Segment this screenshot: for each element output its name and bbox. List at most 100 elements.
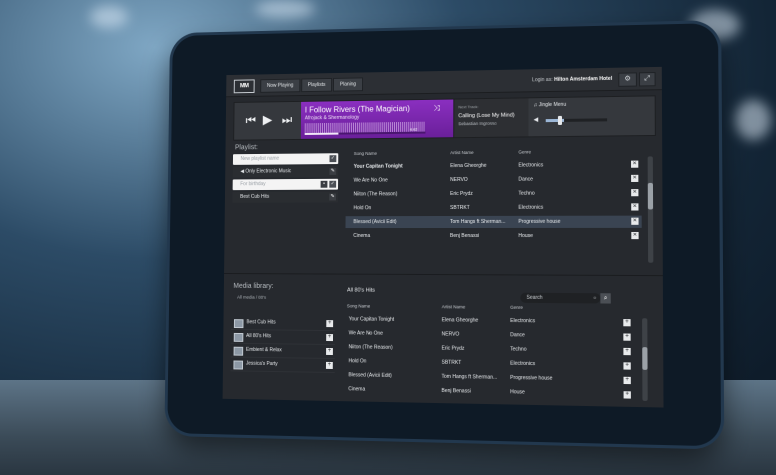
playlist-scrollbar[interactable] <box>647 156 654 263</box>
playlist-item[interactable]: ◀ Only Electronic Music ✎ <box>232 165 339 178</box>
tab-planing[interactable]: Planing <box>333 77 363 92</box>
fullscreen-icon[interactable]: ⤢ <box>638 72 656 87</box>
add-icon[interactable]: + <box>623 319 631 327</box>
delete-icon[interactable]: ▪ <box>320 180 328 188</box>
album-icon <box>233 332 244 342</box>
next-track: Next Track: Calling (Lose My Mind) Sebas… <box>453 98 529 138</box>
artist-name: Eric Prydz <box>441 345 465 352</box>
album-icon <box>233 346 244 356</box>
artist-name: NERVO <box>450 176 468 184</box>
remove-icon[interactable]: ✕ <box>631 231 639 240</box>
new-playlist-input[interactable]: New playlist name ✓ <box>232 153 339 165</box>
next-icon[interactable]: ⏭ <box>282 113 292 128</box>
tab-playlists[interactable]: Playlists <box>301 77 333 93</box>
search-icon[interactable]: ⌕ <box>600 293 611 304</box>
background-light <box>255 0 315 18</box>
library-item[interactable]: All 80's Hits + <box>230 329 336 346</box>
app-logo: MM <box>233 79 255 94</box>
settings-gear-icon[interactable]: ⚙ <box>618 72 637 87</box>
add-icon[interactable]: + <box>326 334 334 342</box>
add-icon[interactable]: + <box>623 333 631 341</box>
jingle-label: Jingle Menu <box>538 101 567 109</box>
remove-icon[interactable]: ✕ <box>631 217 639 225</box>
table-row[interactable]: Your Capitan Tonight Elena Gheorghe Electr… <box>339 313 636 328</box>
add-icon[interactable]: + <box>325 361 333 369</box>
track-time: 4:02 <box>409 126 418 132</box>
clear-search-icon[interactable]: ○ <box>593 293 596 303</box>
table-row[interactable]: We Are No One NERVO Dance ✕ <box>346 173 642 187</box>
remove-icon[interactable]: ✕ <box>631 189 639 197</box>
confirm-icon[interactable]: ✓ <box>329 155 337 163</box>
search-input[interactable]: Search ○ <box>520 292 601 304</box>
app-screen: MM Now Playing Playlists Planing Login a… <box>222 66 664 408</box>
add-icon[interactable]: + <box>623 347 631 356</box>
table-row[interactable]: We Are No One NERVO Dance + <box>339 327 636 343</box>
track-progress[interactable] <box>304 131 426 135</box>
artist-name: Eric Prydz <box>450 190 473 198</box>
genre: Electronics <box>518 162 544 169</box>
add-icon[interactable]: + <box>623 376 631 385</box>
library-item[interactable]: Best Cub Hits + <box>231 316 336 332</box>
playlist-label: Playlist: <box>234 144 258 152</box>
col-artist-name[interactable]: Artist Name <box>450 148 473 158</box>
library-list: Best Cub Hits + All 80's Hits + Embient & … <box>230 316 336 374</box>
library-current: All 80's Hits <box>346 287 376 294</box>
library-item[interactable]: Jessica's Party + <box>230 357 335 374</box>
remove-icon[interactable]: ✕ <box>631 160 639 168</box>
login-name: Hilton Amsterdam Hotel <box>554 75 613 83</box>
table-row[interactable]: Your Capitan Tonight Elena Gheorghe Electr… <box>346 159 642 173</box>
background-light <box>735 100 771 140</box>
artist-name: SBTRKT <box>441 359 462 366</box>
genre: Techno <box>510 346 527 353</box>
artist-name: Tom Hangs ft Sherman... <box>441 373 498 381</box>
table-row[interactable]: Cinema Benj Benassi House ✕ <box>345 230 641 242</box>
song-name: Hold On <box>348 358 367 365</box>
tab-now-playing[interactable]: Now Playing <box>260 78 301 93</box>
album-icon <box>233 360 244 370</box>
volume-icon: ◀ <box>533 117 539 124</box>
library-breadcrumb[interactable]: All media / 80's <box>237 295 266 300</box>
playlist-item-label: Only Electronic Music <box>245 168 292 175</box>
library-scrollbar[interactable] <box>642 318 648 401</box>
table-row[interactable]: Cinema Benj Benassi House + <box>338 383 636 401</box>
tablet-device: MM Now Playing Playlists Planing Login a… <box>167 23 722 447</box>
playlist-item-editing[interactable]: For birthday ▪ ✓ <box>232 178 339 191</box>
add-icon[interactable]: + <box>326 347 333 356</box>
remove-icon[interactable]: ✕ <box>631 203 639 211</box>
jingle-menu[interactable]: ♫ Jingle Menu <box>534 102 567 108</box>
song-name: Blessed (Avicii Edit) <box>348 372 392 379</box>
shuffle-icon[interactable]: ⤨ <box>433 104 439 114</box>
edit-icon[interactable]: ✎ <box>329 167 337 175</box>
scroll-thumb[interactable] <box>642 347 648 370</box>
col-song-name[interactable]: Song Name <box>347 301 370 311</box>
confirm-icon[interactable]: ✓ <box>329 180 337 188</box>
table-row[interactable]: Hold On SBTRKT Electronics ✕ <box>346 201 642 214</box>
add-icon[interactable]: + <box>623 391 631 399</box>
previous-icon[interactable]: ⏮ <box>246 113 256 128</box>
col-song-name[interactable]: Song Name <box>354 149 377 159</box>
remove-icon[interactable]: ✕ <box>631 174 639 182</box>
volume-slider[interactable] <box>545 118 608 123</box>
col-genre[interactable]: Genre <box>510 303 523 313</box>
library-label: Media library: <box>233 282 274 290</box>
scroll-thumb[interactable] <box>647 182 654 210</box>
genre: Electronics <box>510 360 536 368</box>
play-icon[interactable]: ▶ <box>263 112 273 128</box>
volume-handle[interactable] <box>557 115 563 125</box>
playlist-item[interactable]: Best Cub Hits ✎ <box>232 191 338 203</box>
next-label: Next Track: <box>458 104 479 110</box>
add-icon[interactable]: + <box>326 320 334 328</box>
now-playing-track: I Follow Rivers (The Magician) Afrojack … <box>300 99 454 139</box>
library-item-label: Best Cub Hits <box>246 319 276 326</box>
edit-icon[interactable]: ✎ <box>329 193 337 201</box>
song-name: Blessed (Avicii Edit) <box>353 219 397 226</box>
login-info: Login as: Hilton Amsterdam Hotel <box>532 76 612 83</box>
table-row[interactable]: Niiton (The Reason) Eric Prydz Techno ✕ <box>346 187 642 200</box>
col-genre[interactable]: Genre <box>518 147 531 157</box>
col-artist-name[interactable]: Artist Name <box>442 302 466 312</box>
add-icon[interactable]: + <box>623 362 631 370</box>
table-row[interactable]: Blessed (Avicii Edit) Tom Hangs ft Sherma… <box>345 215 642 229</box>
genre: Electronics <box>518 204 544 211</box>
artist-name: Benj Benassi <box>449 233 480 240</box>
song-name: Your Capitan Tonight <box>348 316 395 323</box>
